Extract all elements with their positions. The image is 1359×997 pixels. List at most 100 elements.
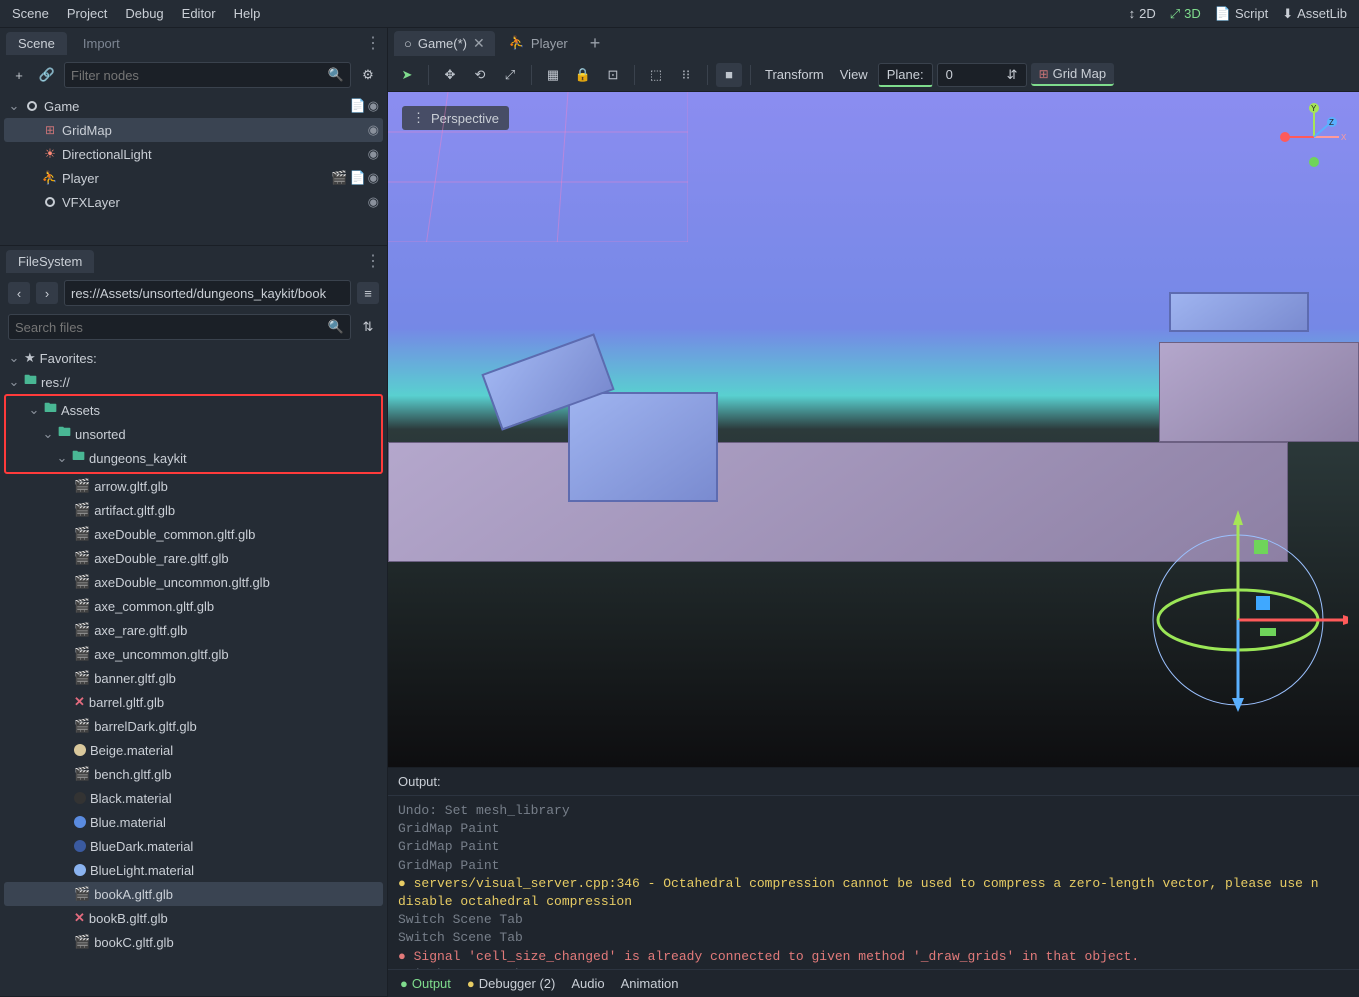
group-tool[interactable]: ⊡: [600, 63, 626, 87]
nav-back-button[interactable]: ‹: [8, 282, 30, 304]
split-view-button[interactable]: ≡: [357, 282, 379, 304]
file-item[interactable]: ✕barrel.gltf.glb: [4, 690, 383, 714]
stepper-icon[interactable]: ⇵: [1007, 67, 1018, 83]
material-icon: [74, 744, 86, 756]
output-title: Output:: [388, 768, 1359, 796]
add-node-button[interactable]: +: [8, 64, 30, 86]
folder-res[interactable]: ⌄🖿 res://: [4, 370, 383, 394]
menu-scene[interactable]: Scene: [12, 6, 49, 21]
visibility-icon[interactable]: ◉: [368, 194, 379, 210]
material-icon: [74, 864, 86, 876]
file-item[interactable]: 🎬artifact.gltf.glb: [4, 498, 383, 522]
tab-scene[interactable]: Scene: [6, 32, 67, 55]
menu-editor[interactable]: Editor: [182, 6, 216, 21]
transform-gizmo[interactable]: [1148, 500, 1348, 720]
tab-filesystem[interactable]: FileSystem: [6, 250, 94, 273]
menu-project[interactable]: Project: [67, 6, 107, 21]
file-item[interactable]: 🎬banner.gltf.glb: [4, 666, 383, 690]
visibility-icon[interactable]: ◉: [368, 98, 379, 114]
visibility-icon[interactable]: ◉: [368, 170, 379, 186]
node-gridmap[interactable]: ⊞ GridMap ◉: [4, 118, 383, 142]
lock-tool[interactable]: 🔒: [570, 63, 596, 87]
folder-assets[interactable]: ⌄🖿 Assets: [6, 398, 381, 422]
clapper-icon[interactable]: 🎬: [331, 170, 347, 186]
gridmap-plane-value[interactable]: 0 ⇵: [937, 63, 1027, 87]
close-tab-icon[interactable]: ✕: [473, 35, 485, 52]
file-item[interactable]: Beige.material: [4, 738, 383, 762]
log-line: Switch Scene Tab: [398, 911, 1349, 929]
file-item[interactable]: BlueLight.material: [4, 858, 383, 882]
panel-options-icon[interactable]: ⋮: [365, 33, 381, 53]
transform-menu[interactable]: Transform: [759, 67, 830, 82]
switch-2d-button[interactable]: ↕2D: [1129, 6, 1156, 21]
tab-player[interactable]: ⛹ Player: [499, 31, 578, 55]
search-files-textbox[interactable]: [15, 320, 328, 335]
tab-import[interactable]: Import: [71, 32, 132, 55]
node-vfxlayer[interactable]: VFXLayer ◉: [4, 190, 383, 214]
output-log[interactable]: Undo: Set mesh_libraryGridMap PaintGridM…: [388, 796, 1359, 969]
visibility-icon[interactable]: ◉: [368, 146, 379, 162]
script-indicator-icon[interactable]: 📄: [349, 170, 365, 186]
file-item[interactable]: 🎬axe_uncommon.gltf.glb: [4, 642, 383, 666]
cube-tool[interactable]: ⬚: [643, 63, 669, 87]
bottom-tab-debugger[interactable]: Debugger (2): [467, 976, 555, 991]
local-space-tool[interactable]: ▦: [540, 63, 566, 87]
new-tab-button[interactable]: +: [582, 31, 609, 56]
file-item[interactable]: 🎬barrelDark.gltf.glb: [4, 714, 383, 738]
path-display[interactable]: res://Assets/unsorted/dungeons_kaykit/bo…: [64, 280, 351, 306]
file-item[interactable]: ✕bookB.gltf.glb: [4, 906, 383, 930]
switch-3d-button[interactable]: ⤢3D: [1170, 6, 1201, 22]
visibility-icon[interactable]: ◉: [368, 122, 379, 138]
script-indicator-icon[interactable]: 📄: [349, 98, 365, 114]
gridmap-plane[interactable]: Plane:: [878, 63, 933, 87]
file-item[interactable]: 🎬axeDouble_common.gltf.glb: [4, 522, 383, 546]
camera-preview-tool[interactable]: ■: [716, 63, 742, 87]
3d-viewport[interactable]: ⋮ Perspective: [388, 92, 1359, 767]
file-item[interactable]: Black.material: [4, 786, 383, 810]
sort-button[interactable]: ⇅: [357, 316, 379, 338]
log-line: Switch Scene Tab: [398, 929, 1349, 947]
rotate-tool[interactable]: ⟲: [467, 63, 493, 87]
move-tool[interactable]: ✥: [437, 63, 463, 87]
scene-extra-button[interactable]: ⚙: [357, 64, 379, 86]
node-game[interactable]: ⌄ Game 📄◉: [4, 94, 383, 118]
node-player[interactable]: ⛹ Player 🎬📄◉: [4, 166, 383, 190]
bottom-tab-output[interactable]: Output: [400, 976, 451, 991]
file-item[interactable]: Blue.material: [4, 810, 383, 834]
file-item[interactable]: BlueDark.material: [4, 834, 383, 858]
file-item[interactable]: 🎬axe_rare.gltf.glb: [4, 618, 383, 642]
view-menu[interactable]: View: [834, 67, 874, 82]
file-item[interactable]: 🎬axeDouble_rare.gltf.glb: [4, 546, 383, 570]
scale-tool[interactable]: ⤢: [497, 63, 523, 87]
tab-game[interactable]: ○ Game(*) ✕: [394, 31, 495, 56]
switch-assetlib-button[interactable]: ⬇AssetLib: [1282, 6, 1347, 22]
file-item[interactable]: 🎬arrow.gltf.glb: [4, 474, 383, 498]
filter-nodes-textbox[interactable]: [71, 68, 328, 83]
select-tool[interactable]: ➤: [394, 63, 420, 87]
bottom-tab-audio[interactable]: Audio: [571, 976, 604, 991]
player-icon: ⛹: [42, 170, 58, 186]
orientation-gizmo[interactable]: Y X Z: [1279, 102, 1349, 172]
gridmap-menu[interactable]: ⊞ Grid Map: [1031, 63, 1115, 86]
menu-debug[interactable]: Debug: [125, 6, 163, 21]
folder-unsorted[interactable]: ⌄🖿 unsorted: [6, 422, 381, 446]
file-item[interactable]: 🎬bench.gltf.glb: [4, 762, 383, 786]
top-menu-bar: Scene Project Debug Editor Help ↕2D ⤢3D …: [0, 0, 1359, 28]
scene-file-icon: 🎬: [74, 886, 90, 902]
file-item[interactable]: 🎬bookA.gltf.glb: [4, 882, 383, 906]
menu-help[interactable]: Help: [234, 6, 261, 21]
nav-forward-button[interactable]: ›: [36, 282, 58, 304]
bottom-tab-animation[interactable]: Animation: [621, 976, 679, 991]
favorites-header[interactable]: ⌄★ Favorites:: [4, 346, 383, 370]
filter-nodes-input[interactable]: 🔍: [64, 62, 351, 88]
file-item[interactable]: 🎬axeDouble_uncommon.gltf.glb: [4, 570, 383, 594]
switch-script-button[interactable]: 📄Script: [1215, 6, 1268, 22]
file-item[interactable]: 🎬axe_common.gltf.glb: [4, 594, 383, 618]
search-files-input[interactable]: 🔍: [8, 314, 351, 340]
node-directional-light[interactable]: ☀ DirectionalLight ◉: [4, 142, 383, 166]
file-item[interactable]: 🎬bookC.gltf.glb: [4, 930, 383, 954]
link-node-button[interactable]: 🔗: [36, 64, 58, 86]
panel-options-icon[interactable]: ⋮: [365, 251, 381, 271]
snap-tool[interactable]: ⁝⁝: [673, 63, 699, 87]
folder-dungeons-kaykit[interactable]: ⌄🖿 dungeons_kaykit: [6, 446, 381, 470]
